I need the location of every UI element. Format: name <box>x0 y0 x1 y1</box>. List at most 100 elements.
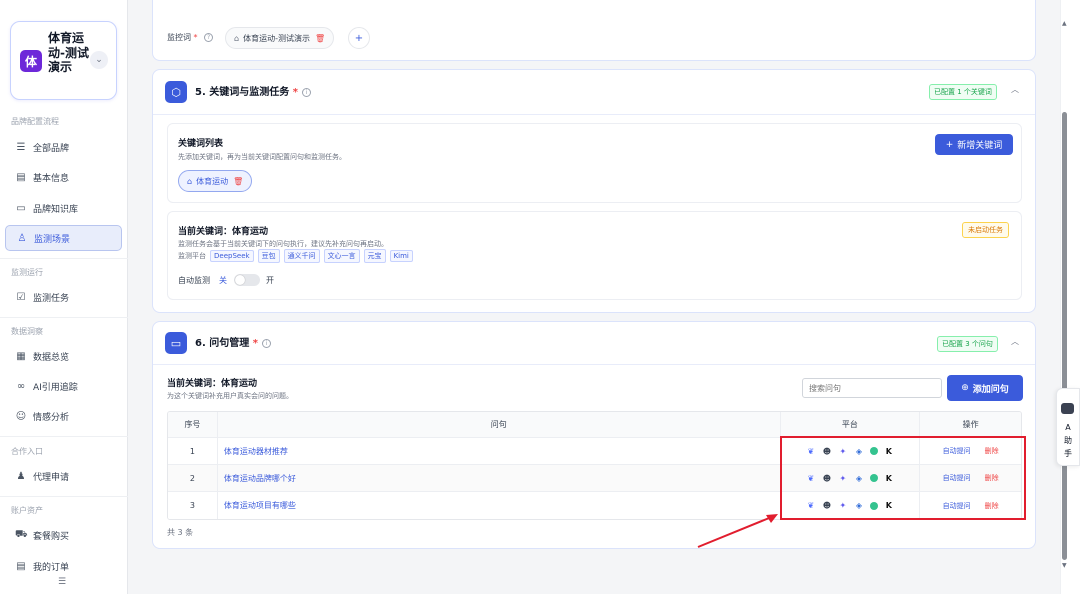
nav-section-title: 数据洞察 <box>11 327 43 336</box>
trash-icon[interactable]: 🗑 <box>315 34 325 43</box>
nav-section-title: 品牌配置流程 <box>11 117 59 126</box>
sidebar-item-knowledge-base[interactable]: ▭ 品牌知识库 <box>5 195 122 221</box>
chevron-up-icon[interactable]: ︿ <box>1011 84 1019 95</box>
monitor-words-label: 监控词 * ? <box>167 32 214 43</box>
users-icon: ♙ <box>17 232 27 244</box>
divider <box>153 114 1035 115</box>
smile-icon: ☺ <box>15 410 27 422</box>
scroll-up-icon[interactable]: ▲ <box>1062 20 1067 27</box>
platform-row: 监测平台 DeepSeek 豆包 通义千问 文心一言 元宝 Kimi <box>178 249 417 263</box>
sidebar-item-my-orders[interactable]: ▤ 我的订单 <box>5 553 122 579</box>
monitor-words-panel: 监控词 * ? ⌂ 体育运动-测试演示 🗑 + <box>152 0 1036 61</box>
current-keyword-title: 当前关键词：体育运动 <box>178 227 269 237</box>
sidebar-item-label: 监测任务 <box>33 293 70 304</box>
scrollbar-thumb[interactable] <box>1062 112 1067 560</box>
sidebar-item-monitor-scene[interactable]: ♙ 监测场景 <box>5 225 122 251</box>
sidebar-item-monitor-task[interactable]: ☑ 监测任务 <box>5 284 122 310</box>
row-no: 3 <box>168 492 218 519</box>
chevron-up-icon[interactable]: ︿ <box>1011 336 1019 347</box>
header-ops: 操作 <box>962 420 979 429</box>
auto-monitor-toggle[interactable] <box>234 274 260 286</box>
row-no: 2 <box>168 465 218 491</box>
nav-section-title: 监测运行 <box>11 268 43 277</box>
info-icon: i <box>261 339 271 348</box>
agent-icon: ♟ <box>16 470 26 482</box>
sidebar-item-label: 全部品牌 <box>33 143 70 154</box>
current-keyword-hint: 监测任务会基于当前关键词下的问句执行，建议先补充问句再启动。 <box>178 240 388 248</box>
divider <box>153 364 1035 365</box>
platform-tag: Kimi <box>389 250 413 262</box>
cart-icon: ⛟ <box>15 528 28 540</box>
tag-icon: ⌂ <box>187 176 193 186</box>
scroll-down-icon[interactable]: ▼ <box>1062 562 1067 569</box>
current-keyword-title: 当前关键词：体育运动 <box>167 379 258 389</box>
tag-icon: ⬡ <box>165 81 187 103</box>
add-keyword-label: 新增关键词 <box>957 141 1003 151</box>
platform-tag: DeepSeek <box>210 250 254 262</box>
row-question-link[interactable]: 体育运动器材推荐 <box>218 438 781 464</box>
brand-logo: 体 <box>20 50 42 72</box>
list-icon: ☰ <box>16 141 26 153</box>
sidebar-item-package-buy[interactable]: ⛟ 套餐购买 <box>5 522 122 548</box>
header-platform: 平台 <box>781 412 921 437</box>
section5-header[interactable]: ⬡ 5. 关键词与监测任务 * i 已配置 1 个关键词 ︿ <box>153 70 1035 116</box>
platform-tag: 元宝 <box>363 249 386 263</box>
add-question-label: 添加问句 <box>972 384 1009 395</box>
clipboard-icon: ☑ <box>16 291 26 303</box>
sidebar: 体 体育运动-测试演示 ⌄ 品牌配置流程 ☰ 全部品牌 ▤ 基本信息 ▭ 品牌知识库 … <box>0 0 128 594</box>
dashboard-icon: ▦ <box>16 350 26 362</box>
auto-monitor-label: 自动监测 <box>178 276 210 285</box>
brand-name: 体育运动-测试演示 <box>48 31 89 74</box>
info-icon: i <box>301 88 311 97</box>
sidebar-item-label: 代理申请 <box>33 472 70 483</box>
status-badge: 已配置 1 个关键词 <box>929 84 997 100</box>
nav-divider <box>0 317 128 318</box>
chat-icon: ▭ <box>165 332 187 354</box>
nav-divider <box>0 258 128 259</box>
add-keyword-button[interactable]: + 新增关键词 <box>935 134 1013 155</box>
section6-header[interactable]: ▭ 6. 问句管理 * i 已配置 3 个问句 ︿ <box>153 322 1035 368</box>
nav-section-title: 账户资产 <box>11 506 43 515</box>
chevron-down-icon[interactable]: ⌄ <box>90 51 108 69</box>
sidebar-item-label: 情感分析 <box>33 412 70 423</box>
search-question-input[interactable] <box>802 378 942 398</box>
keyword-list-title: 关键词列表 <box>178 139 224 149</box>
sidebar-item-basic-info[interactable]: ▤ 基本信息 <box>5 164 122 190</box>
status-badge: 已配置 3 个问句 <box>937 336 998 352</box>
row-no: 1 <box>168 438 218 464</box>
keyword-task-panel: ⬡ 5. 关键词与监测任务 * i 已配置 1 个关键词 ︿ 关键词列表 先添加关… <box>152 69 1036 313</box>
monitor-word-tag[interactable]: ⌂ 体育运动-测试演示 🗑 <box>225 27 335 49</box>
sidebar-item-label: AI引用追踪 <box>33 382 78 393</box>
off-label: 关 <box>219 276 227 285</box>
nav-section-title: 合作入口 <box>11 447 43 456</box>
header-question: 问句 <box>218 412 781 437</box>
sidebar-item-label: 我的订单 <box>33 562 70 573</box>
sidebar-item-label: 监测场景 <box>34 234 71 245</box>
collapse-sidebar-icon[interactable]: ☰ <box>58 577 66 587</box>
robot-icon <box>1061 403 1074 414</box>
nav-divider <box>0 496 128 497</box>
brand-switcher[interactable]: 体 体育运动-测试演示 ⌄ <box>10 21 117 100</box>
add-monitor-word-button[interactable]: + <box>348 27 370 49</box>
link-icon: ∞ <box>16 380 26 392</box>
sidebar-item-agent-apply[interactable]: ♟ 代理申请 <box>5 463 122 489</box>
keyword-chip-label: 体育运动 <box>196 176 229 186</box>
sidebar-item-sentiment[interactable]: ☺ 情感分析 <box>5 403 122 429</box>
folder-icon: ▭ <box>16 202 26 214</box>
plus-circle-icon: ⊕ <box>961 383 969 393</box>
sidebar-item-all-brands[interactable]: ☰ 全部品牌 <box>5 134 122 160</box>
trash-icon[interactable]: 🗑 <box>233 177 243 186</box>
sidebar-item-label: 品牌知识库 <box>33 204 79 215</box>
sidebar-item-ai-citation[interactable]: ∞ AI引用追踪 <box>5 373 122 399</box>
help-icon[interactable]: ? <box>204 33 214 42</box>
keyword-chip[interactable]: ⌂ 体育运动 🗑 <box>178 170 253 192</box>
question-hint: 为这个关键词补充用户真实会问的问题。 <box>167 392 293 400</box>
ai-assistant-float[interactable]: A助手 <box>1056 388 1080 466</box>
row-question-link[interactable]: 体育运动品牌哪个好 <box>218 465 781 491</box>
sidebar-item-data-overview[interactable]: ▦ 数据总览 <box>5 343 122 369</box>
sidebar-item-label: 数据总览 <box>33 352 70 363</box>
keyword-list-card: 关键词列表 先添加关键词，再为当前关键词配置问句和监测任务。 + 新增关键词 ⌂ … <box>167 123 1022 203</box>
add-question-button[interactable]: ⊕ 添加问句 <box>947 375 1023 401</box>
tag-icon: ⌂ <box>234 33 240 43</box>
task-status-badge: 未启动任务 <box>962 222 1009 238</box>
